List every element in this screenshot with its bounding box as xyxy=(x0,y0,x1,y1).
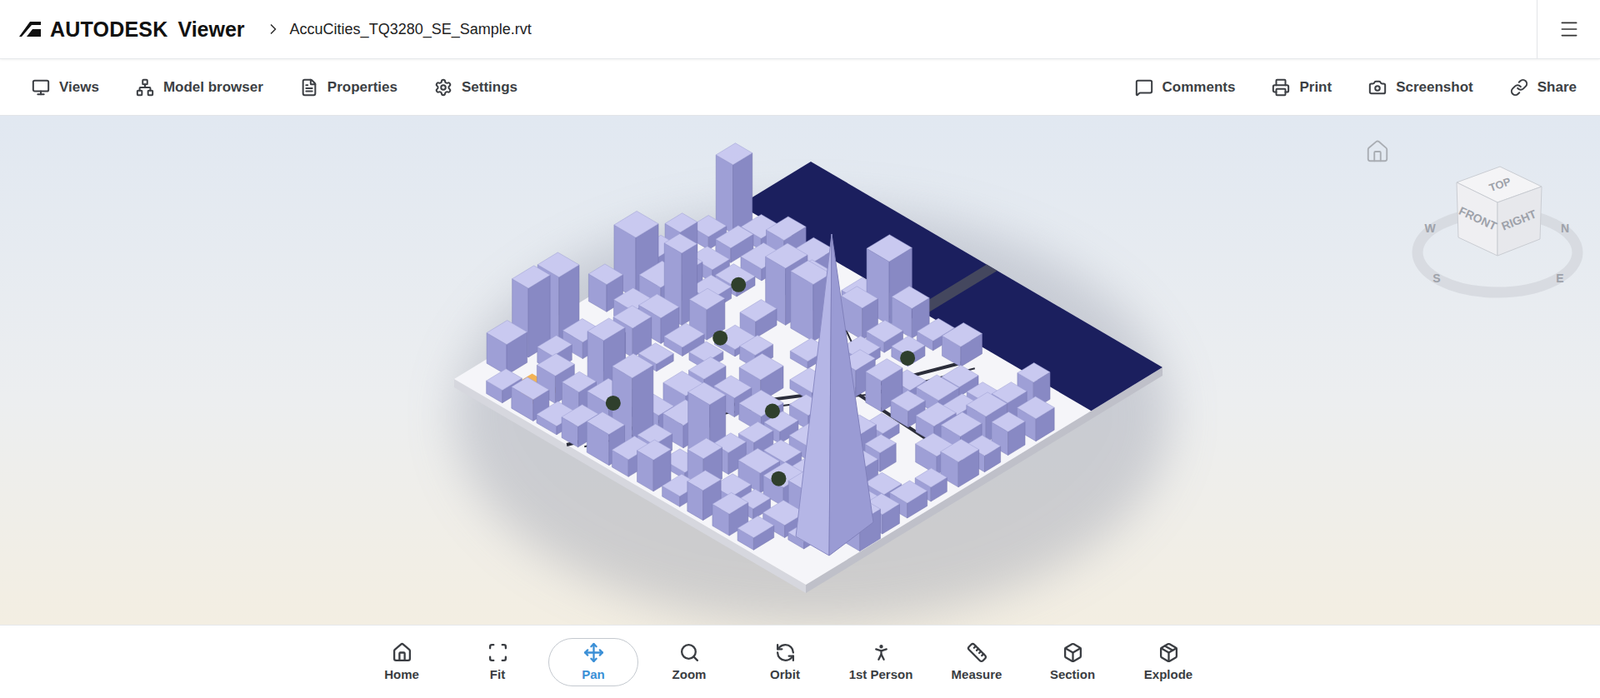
file-name: AccuCities_TQ3280_SE_Sample.rvt xyxy=(290,20,532,39)
model-viewport[interactable] xyxy=(0,115,1600,625)
tool-button[interactable]: 1st Person xyxy=(835,638,926,687)
product-name: Viewer xyxy=(177,17,245,42)
brand-name: AUTODESK xyxy=(50,17,168,42)
orbit-icon xyxy=(775,642,796,664)
viewer-canvas[interactable]: TOP FRONTRIGHT W N S E xyxy=(0,115,1600,625)
toolbar-item[interactable]: Views xyxy=(31,78,100,97)
fit-frame-icon xyxy=(487,642,509,664)
compass-label: S xyxy=(1432,271,1440,285)
toolbar-item[interactable]: Comments xyxy=(1135,78,1236,97)
house-icon xyxy=(391,642,413,664)
tool-button[interactable]: Measure xyxy=(931,638,1022,687)
magnifier-icon xyxy=(679,642,700,664)
view-cube[interactable]: TOP FRONTRIGHT W N S E xyxy=(1408,149,1588,300)
explode-box-icon xyxy=(1158,642,1180,664)
home-view-button[interactable] xyxy=(1365,139,1390,168)
house-icon xyxy=(1365,139,1390,165)
section-box-icon xyxy=(1062,642,1084,664)
hierarchy-icon xyxy=(135,78,155,97)
tool-button[interactable]: Section xyxy=(1027,638,1118,687)
move-arrows-icon xyxy=(583,642,605,664)
cube-right-face[interactable] xyxy=(1497,186,1542,256)
toolbar-item[interactable]: Share xyxy=(1510,78,1577,97)
person-icon xyxy=(870,642,892,664)
ruler-icon xyxy=(966,642,988,664)
app-header: AUTODESK Viewer AccuCities_TQ3280_SE_Sampl… xyxy=(0,0,1600,60)
river xyxy=(739,161,1163,411)
comment-icon xyxy=(1135,78,1154,97)
tool-button[interactable]: Zoom xyxy=(644,638,735,687)
cube-label: RIGHT xyxy=(1499,206,1539,233)
tool-button[interactable]: Explode xyxy=(1123,638,1214,687)
gear-icon xyxy=(434,78,453,97)
brand: AUTODESK Viewer AccuCities_TQ3280_SE_Sampl… xyxy=(0,0,1537,59)
printer-icon xyxy=(1271,78,1290,97)
link-icon xyxy=(1510,78,1529,97)
main-toolbar: Views Model browser Properties Settings Comm… xyxy=(0,59,1600,116)
hamburger-icon xyxy=(1558,18,1580,40)
autodesk-logo-icon xyxy=(18,20,42,38)
menu-button[interactable] xyxy=(1536,0,1600,59)
toolbar-left: Views Model browser Properties Settings xyxy=(31,78,518,97)
toolbar-right: Comments Print Screenshot Share xyxy=(1135,78,1577,97)
tool-button[interactable]: Home xyxy=(356,638,447,687)
compass-label: N xyxy=(1560,221,1570,235)
autodesk-viewer: AUTODESK Viewer AccuCities_TQ3280_SE_Sampl… xyxy=(0,0,1600,698)
tool-button[interactable]: Pan xyxy=(548,638,639,687)
monitor-icon xyxy=(31,78,50,97)
document-icon xyxy=(300,78,319,97)
cube-label: FRONT xyxy=(1456,204,1500,234)
city-model xyxy=(454,143,1163,594)
toolbar-item[interactable]: Settings xyxy=(434,78,518,97)
tool-button[interactable]: Orbit xyxy=(740,638,830,687)
toolbar-item[interactable]: Print xyxy=(1271,78,1332,97)
toolbar-item[interactable]: Screenshot xyxy=(1368,78,1474,97)
chevron-right-icon xyxy=(265,20,282,38)
navigation-toolbar: HomeFitPanZoomOrbit1st PersonMeasureSect… xyxy=(0,625,1600,698)
compass-label: E xyxy=(1555,271,1564,285)
camera-icon xyxy=(1368,78,1387,97)
toolbar-item[interactable]: Properties xyxy=(300,78,398,97)
toolbar-item[interactable]: Model browser xyxy=(135,78,264,97)
tool-button[interactable]: Fit xyxy=(452,638,543,687)
shard-tower xyxy=(795,234,832,556)
compass-label: W xyxy=(1424,221,1436,235)
cube-label: TOP xyxy=(1487,175,1513,195)
